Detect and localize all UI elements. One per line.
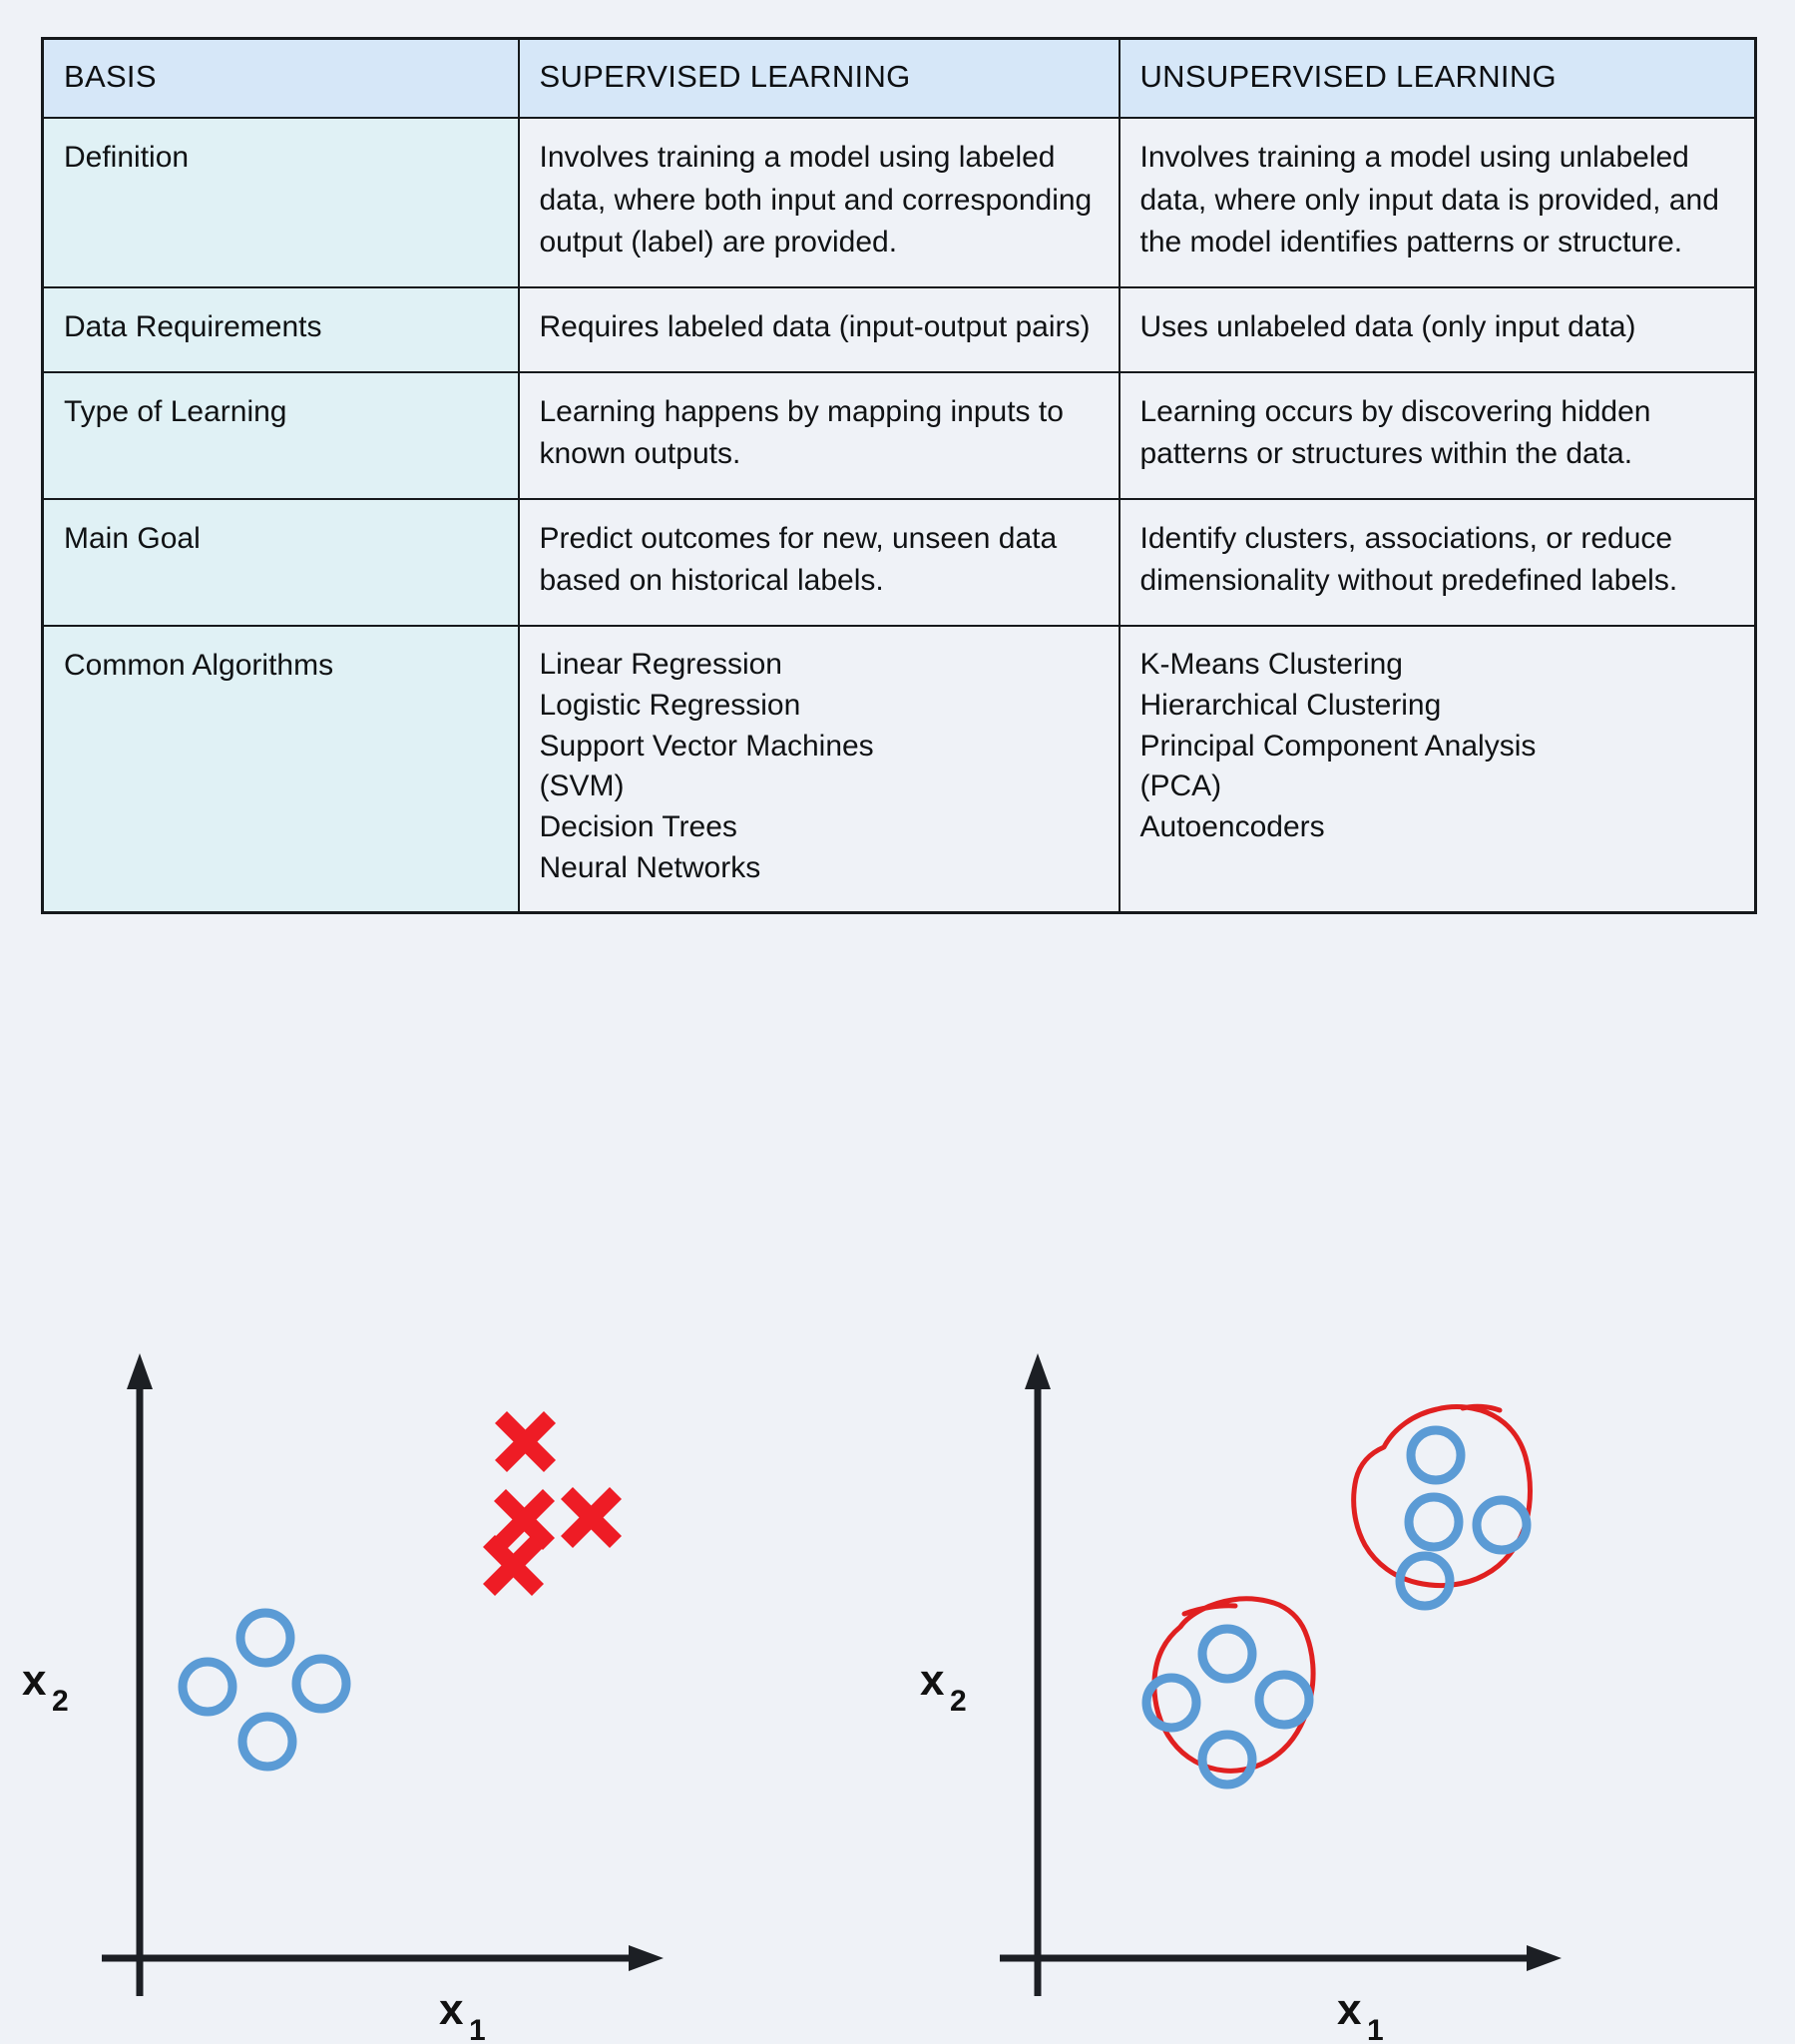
circle-marker <box>1254 1670 1314 1730</box>
table-row: Definition Involves training a model usi… <box>41 117 1757 288</box>
cell-supervised-main-goal: Predict outcomes for new, unseen data ba… <box>517 497 1121 627</box>
y-axis-label-main: x <box>920 1656 945 1705</box>
x-axis-label-sub: 1 <box>1367 2014 1384 2044</box>
list-item: K-Means Clustering <box>1139 647 1403 681</box>
y-axis-arrow <box>127 1353 153 1389</box>
cell-unsupervised-data-requirements: Uses unlabeled data (only input data) <box>1118 285 1757 373</box>
circle-marker <box>1406 1425 1466 1485</box>
column-header-basis: BASIS <box>41 37 520 120</box>
diagram-area: x 2 x 1 x 2 x 1 <box>0 1297 1795 2044</box>
list-item: (SVM) <box>539 769 625 803</box>
circle-marker <box>291 1654 351 1714</box>
circle-marker <box>1404 1492 1464 1552</box>
supervised-algorithm-list: Linear Regression Logistic Regression Su… <box>540 645 1099 889</box>
cluster-outlines-group <box>1151 1403 1533 1774</box>
y-axis-label: x 2 <box>920 1656 967 1718</box>
cell-basis-common-algorithms: Common Algorithms <box>41 624 520 914</box>
table-header-row: BASIS SUPERVISED LEARNING UNSUPERVISED L… <box>41 37 1757 120</box>
cell-basis-main-goal: Main Goal <box>41 497 520 627</box>
unsupervised-cluster-svg: x 2 x 1 <box>920 1353 1562 2044</box>
cross-marker <box>560 1486 623 1549</box>
list-item: Neural Networks <box>539 850 761 884</box>
list-item: Support Vector Machines <box>539 729 874 763</box>
x-axis-arrow <box>629 1945 664 1971</box>
cell-supervised-definition: Involves training a model using labeled … <box>517 117 1121 288</box>
supervised-scatter-svg: x 2 x 1 <box>22 1353 664 2044</box>
cell-supervised-common-algorithms: Linear Regression Logistic Regression Su… <box>517 624 1121 914</box>
table-row: Main Goal Predict outcomes for new, unse… <box>41 497 1757 627</box>
table-row: Common Algorithms Linear Regression Logi… <box>41 624 1757 914</box>
list-item: Linear Regression <box>539 647 782 681</box>
cell-basis-data-requirements: Data Requirements <box>41 285 520 373</box>
cross-marker <box>493 1488 556 1551</box>
comparison-table: BASIS SUPERVISED LEARNING UNSUPERVISED L… <box>41 37 1757 914</box>
x-axis-label-main: x <box>439 1985 464 2034</box>
y-axis-arrow <box>1025 1353 1051 1389</box>
y-axis-label-sub: 2 <box>52 1685 69 1718</box>
list-item: (PCA) <box>1139 769 1222 803</box>
circle-marker <box>1197 1624 1257 1684</box>
circle-marker <box>1472 1495 1532 1555</box>
page-root: BASIS SUPERVISED LEARNING UNSUPERVISED L… <box>0 0 1795 2044</box>
table-row: Type of Learning Learning happens by map… <box>41 370 1757 500</box>
comparison-table-container: BASIS SUPERVISED LEARNING UNSUPERVISED L… <box>41 37 1757 914</box>
list-item: Autoencoders <box>1139 810 1325 844</box>
cell-basis-type-of-learning: Type of Learning <box>41 370 520 500</box>
cell-unsupervised-common-algorithms: K-Means Clustering Hierarchical Clusteri… <box>1118 624 1757 914</box>
unsupervised-cluster-panel: x 2 x 1 <box>898 1297 1795 2044</box>
table-body: Definition Involves training a model usi… <box>41 117 1757 914</box>
circle-marker <box>178 1657 237 1717</box>
cross-markers-group <box>482 1410 623 1597</box>
list-item: Hierarchical Clustering <box>1139 688 1442 722</box>
list-item: Logistic Regression <box>539 688 801 722</box>
circle-marker <box>237 1712 297 1772</box>
x-axis-label: x 1 <box>439 1985 486 2044</box>
x-axis-label: x 1 <box>1337 1985 1384 2044</box>
cell-supervised-type-of-learning: Learning happens by mapping inputs to kn… <box>517 370 1121 500</box>
column-header-supervised: SUPERVISED LEARNING <box>517 37 1121 120</box>
cell-unsupervised-main-goal: Identify clusters, associations, or redu… <box>1118 497 1757 627</box>
cell-basis-definition: Definition <box>41 117 520 288</box>
unsupervised-algorithm-list: K-Means Clustering Hierarchical Clusteri… <box>1140 645 1735 848</box>
list-item: Principal Component Analysis <box>1139 729 1537 763</box>
x-axis-label-main: x <box>1337 1985 1362 2034</box>
y-axis-label-sub: 2 <box>950 1685 967 1718</box>
cluster-outline-lower-left <box>1151 1596 1316 1774</box>
circle-marker <box>235 1608 295 1668</box>
y-axis-label: x 2 <box>22 1656 69 1718</box>
table-row: Data Requirements Requires labeled data … <box>41 285 1757 373</box>
circle-marker <box>1197 1730 1257 1789</box>
supervised-scatter-panel: x 2 x 1 <box>0 1297 897 2044</box>
table-head: BASIS SUPERVISED LEARNING UNSUPERVISED L… <box>41 37 1757 120</box>
cell-unsupervised-definition: Involves training a model using unlabele… <box>1118 117 1757 288</box>
y-axis-label-main: x <box>22 1656 47 1705</box>
cross-marker <box>482 1534 545 1597</box>
column-header-unsupervised: UNSUPERVISED LEARNING <box>1118 37 1757 120</box>
circle-markers-group <box>178 1608 351 1772</box>
cell-supervised-data-requirements: Requires labeled data (input-output pair… <box>517 285 1121 373</box>
cross-marker <box>494 1410 557 1473</box>
list-item: Decision Trees <box>539 810 737 844</box>
x-axis-label-sub: 1 <box>469 2014 486 2044</box>
cell-unsupervised-type-of-learning: Learning occurs by discovering hidden pa… <box>1118 370 1757 500</box>
x-axis-arrow <box>1527 1945 1562 1971</box>
